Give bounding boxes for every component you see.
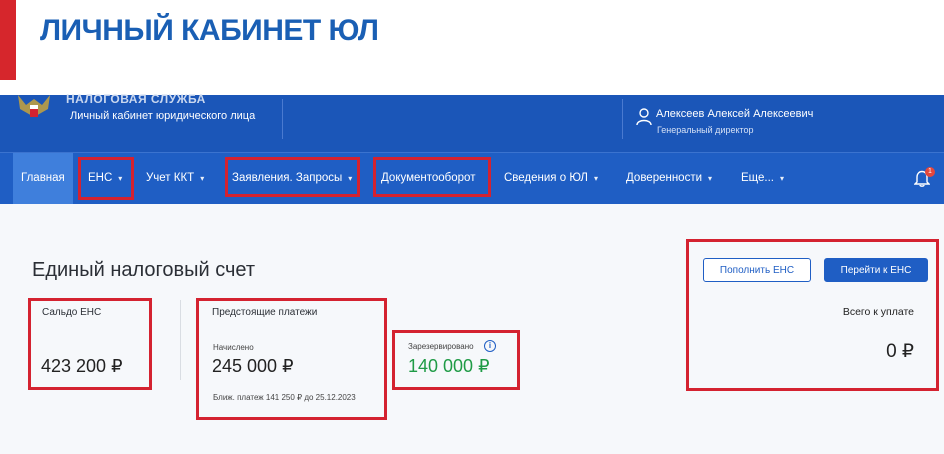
nav-item-more[interactable]: Еще... ▾ (741, 153, 784, 204)
caret-down-icon: ▾ (593, 174, 598, 183)
service-name: НАЛОГОВАЯ СЛУЖБА (66, 92, 206, 106)
caret-down-icon: ▾ (708, 174, 713, 183)
nav-item-label: Еще... (741, 172, 774, 184)
coat-of-arms-icon (18, 95, 50, 117)
page-title: Единый налоговый счет (32, 259, 256, 281)
header-divider (282, 99, 283, 139)
nav-item-powers-of-attorney[interactable]: Доверенности ▾ (626, 153, 712, 204)
nav-item-company-info[interactable]: Сведения о ЮЛ ▾ (504, 153, 598, 204)
nav-item-label: Главная (21, 172, 65, 184)
highlight-box-reserved (392, 330, 520, 390)
section-divider (180, 300, 181, 380)
slide-accent-bar (0, 0, 16, 80)
nav-item-kkt[interactable]: Учет ККТ ▾ (146, 153, 204, 204)
cabinet-name: Личный кабинет юридического лица (70, 110, 256, 122)
caret-down-icon: ▾ (200, 174, 205, 183)
nav-item-label: Сведения о ЮЛ (504, 172, 588, 184)
nav-item-label: Доверенности (626, 172, 703, 184)
highlight-box-saldo (28, 298, 152, 390)
app-header: НАЛОГОВАЯ СЛУЖБА Личный кабинет юридичес… (0, 92, 944, 152)
notification-badge: 1 (925, 167, 935, 177)
nav-item-label: Учет ККТ (146, 172, 195, 184)
user-name[interactable]: Алексеев Алексей Алексеевич (656, 108, 813, 120)
nav-item-home[interactable]: Главная (13, 153, 73, 204)
user-role: Генеральный директор (657, 125, 754, 135)
user-icon[interactable] (636, 108, 652, 126)
highlight-box-documents (373, 157, 491, 197)
highlight-box-upcoming (196, 298, 387, 420)
header-divider (622, 99, 623, 139)
caret-down-icon: ▾ (779, 174, 784, 183)
slide-title: ЛИЧНЫЙ КАБИНЕТ ЮЛ (40, 14, 379, 47)
highlight-box-actions (686, 239, 939, 391)
highlight-box-ens (78, 157, 134, 200)
highlight-box-applications (225, 157, 360, 197)
